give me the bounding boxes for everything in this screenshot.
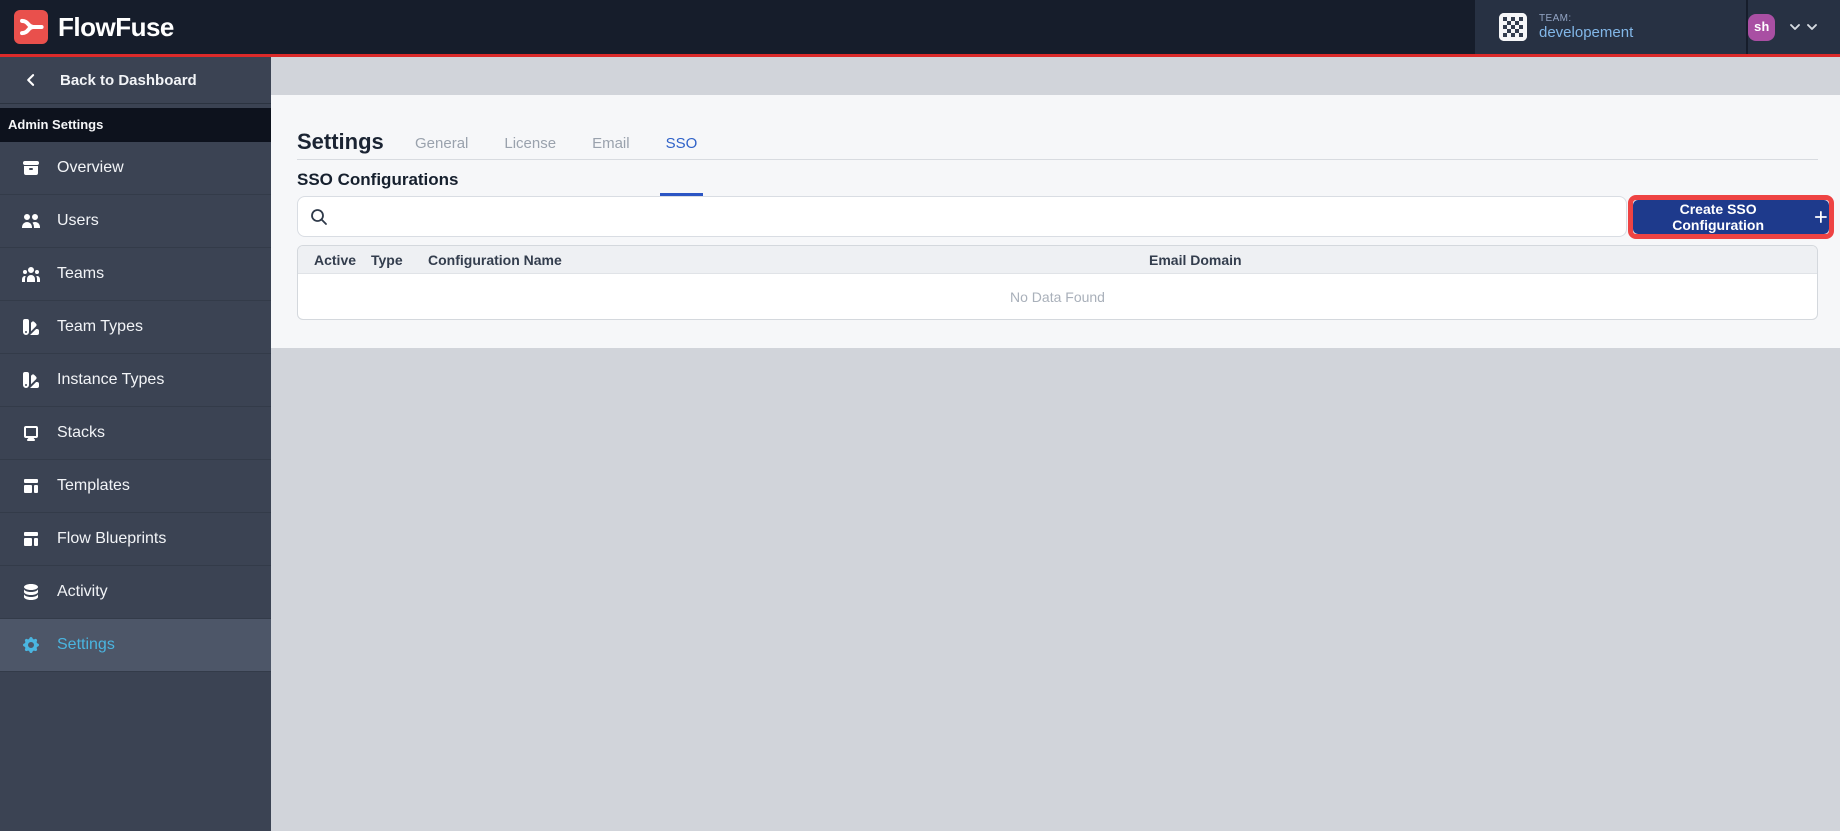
chevron-left-icon [27, 74, 35, 86]
sidebar-item-settings[interactable]: Settings [0, 619, 271, 672]
flowfuse-logo-icon [14, 10, 48, 44]
create-sso-configuration-label: Create SSO Configuration [1672, 201, 1764, 233]
section-title: SSO Configurations [297, 170, 459, 189]
sidebar-item-teams[interactable]: Teams [0, 248, 271, 301]
user-menu[interactable]: sh [1748, 0, 1832, 54]
sidebar-item-label: Templates [57, 477, 130, 494]
sidebar-item-overview[interactable]: Overview [0, 142, 271, 195]
archive-icon [20, 157, 42, 179]
team-name: developement [1539, 24, 1634, 42]
column-header-email-domain: Email Domain [1149, 251, 1242, 268]
sidebar-item-label: Settings [57, 636, 115, 653]
column-header-type: Type [371, 251, 403, 268]
table-header-row: Active Type Configuration Name Email Dom… [298, 246, 1817, 274]
app-header: FlowFuse TEAM: developement sh [0, 0, 1840, 54]
chevron-down-icon[interactable] [1787, 19, 1803, 35]
accent-line [0, 54, 1840, 57]
sidebar-item-activity[interactable]: Activity [0, 566, 271, 619]
column-header-configuration-name: Configuration Name [428, 251, 562, 268]
search-box [297, 196, 1627, 237]
search-icon [311, 208, 327, 225]
sidebar-nav: Overview Users Teams Team Types Instance… [0, 142, 271, 672]
sidebar-item-label: Users [57, 212, 99, 229]
team-label: TEAM: [1539, 12, 1572, 24]
user-group-icon [20, 263, 42, 285]
sidebar-section-label: Admin Settings [0, 108, 271, 142]
sso-configurations-table: Active Type Configuration Name Email Dom… [297, 245, 1818, 320]
tabs-divider [297, 159, 1818, 160]
color-swatch-icon [20, 316, 42, 338]
users-icon [20, 210, 42, 232]
database-icon [20, 581, 42, 603]
sidebar-item-label: Flow Blueprints [57, 530, 167, 547]
admin-sidebar: Back to Dashboard Admin Settings Overvie… [0, 57, 271, 831]
sidebar-item-label: Instance Types [57, 371, 165, 388]
sidebar-item-label: Stacks [57, 424, 106, 441]
sidebar-item-instance-types[interactable]: Instance Types [0, 354, 271, 407]
annotation-highlight: Create SSO Configuration [1628, 195, 1834, 239]
plus-icon [1815, 211, 1828, 223]
search-input[interactable] [337, 197, 1626, 236]
sidebar-item-users[interactable]: Users [0, 195, 271, 248]
template-icon [20, 475, 42, 497]
team-info: TEAM: developement [1539, 13, 1633, 42]
sidebar-item-label: Activity [57, 583, 108, 600]
tab-sso[interactable]: SSO [659, 135, 703, 197]
sidebar-item-label: Team Types [57, 318, 143, 335]
sidebar-item-label: Teams [57, 265, 105, 282]
sidebar-item-stacks[interactable]: Stacks [0, 407, 271, 460]
tab-email[interactable]: Email [588, 135, 634, 160]
back-to-dashboard[interactable]: Back to Dashboard [0, 57, 271, 104]
cog-icon [20, 634, 42, 656]
sidebar-item-team-types[interactable]: Team Types [0, 301, 271, 354]
settings-panel: Settings General License Email SSO SSO C… [271, 95, 1840, 348]
sidebar-item-templates[interactable]: Templates [0, 460, 271, 513]
user-avatar[interactable]: sh [1748, 13, 1775, 41]
page-title: Settings [297, 129, 384, 154]
create-sso-configuration-button[interactable]: Create SSO Configuration [1633, 200, 1829, 234]
tab-general[interactable]: General [411, 135, 472, 160]
template-icon [20, 528, 42, 550]
back-label: Back to Dashboard [60, 71, 197, 89]
sidebar-item-label: Overview [57, 159, 124, 176]
empty-state-text: No Data Found [1010, 288, 1105, 305]
color-swatch-icon [20, 369, 42, 391]
desktop-icon [20, 422, 42, 444]
column-header-active: Active [314, 251, 357, 268]
team-avatar [1499, 13, 1527, 41]
tab-license[interactable]: License [500, 135, 560, 160]
brand-name: FlowFuse [58, 11, 174, 42]
settings-tabs: General License Email SSO [383, 135, 703, 197]
sidebar-item-flow-blueprints[interactable]: Flow Blueprints [0, 513, 271, 566]
